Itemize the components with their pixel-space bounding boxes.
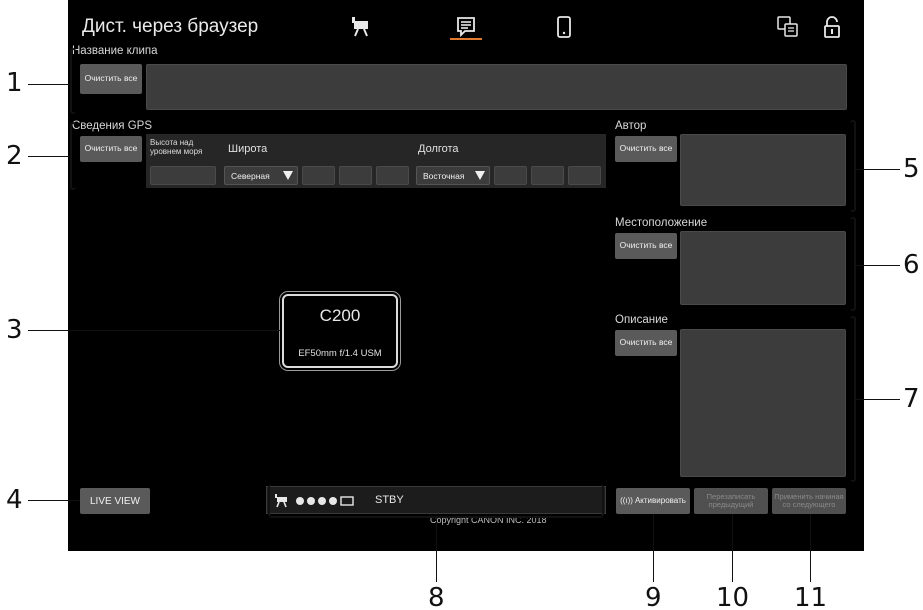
metadata-icon — [457, 17, 475, 38]
location-field[interactable] — [680, 231, 846, 305]
callout-4-line — [28, 500, 80, 501]
gps-clear-button[interactable]: Очистить все — [80, 136, 142, 162]
gps-label: Сведения GPS — [72, 120, 153, 132]
lock-icon — [824, 16, 840, 38]
camera-info-panel: C200 EF50mm f/1.4 USM — [282, 294, 398, 368]
altitude-label: Высота над уровнем моря — [150, 138, 203, 157]
callout-6-line — [854, 265, 900, 266]
metadata-tab[interactable] — [454, 14, 478, 40]
callout-8: 8 — [428, 583, 445, 610]
latitude-select-value: Северная — [231, 170, 270, 181]
activate-label: Активировать — [634, 495, 686, 505]
callout-3-line — [28, 330, 280, 331]
clip-name-label: Название клипа — [72, 45, 158, 57]
callout-10: 10 — [716, 583, 750, 610]
callout-5: 5 — [903, 154, 920, 184]
active-tab-indicator — [450, 38, 482, 40]
location-clear-button[interactable]: Очистить все — [615, 233, 677, 259]
chevron-down-icon — [475, 171, 485, 180]
latitude-min-field[interactable] — [339, 166, 372, 185]
altitude-field[interactable] — [150, 166, 216, 185]
callout-1-line — [28, 84, 70, 85]
gps-panel: Высота над уровнем моря Широта Северная … — [146, 134, 606, 188]
callout-6-bracket — [850, 217, 856, 311]
author-label: Автор — [615, 120, 647, 132]
callout-11: 11 — [794, 583, 828, 610]
callout-5-bracket — [850, 120, 856, 212]
description-label: Описание — [615, 314, 668, 326]
lock-button[interactable] — [820, 14, 844, 40]
apply-next-button[interactable]: Применить начиная со следующего — [772, 488, 846, 514]
latitude-sec-field[interactable] — [376, 166, 409, 185]
lens-name: EF50mm f/1.4 USM — [298, 348, 382, 359]
live-view-button[interactable]: LIVE VIEW — [80, 488, 150, 514]
camera-tab[interactable] — [351, 14, 375, 40]
callout-10-line — [732, 514, 733, 582]
clip-name-field[interactable] — [146, 64, 847, 110]
description-field[interactable] — [680, 329, 846, 477]
device-tab[interactable] — [552, 14, 576, 40]
author-clear-button[interactable]: Очистить все — [615, 136, 677, 162]
latitude-label: Широта — [228, 143, 268, 155]
remote-browser-screen: Дист. через браузер Название клипа Очист… — [68, 0, 864, 551]
callout-7-line — [854, 399, 900, 400]
callout-8-line — [436, 518, 437, 582]
callout-6: 6 — [903, 250, 920, 280]
overwrite-previous-button[interactable]: Перезаписать предыдущий — [694, 488, 768, 514]
callout-4: 4 — [6, 485, 23, 515]
clip-name-clear-button[interactable]: Очистить все — [80, 64, 142, 94]
wireless-icon: ((ı)) — [620, 495, 633, 505]
callout-2-bracket — [70, 122, 76, 190]
camera-icon — [352, 17, 368, 37]
chevron-down-icon — [283, 171, 293, 180]
longitude-sec-field[interactable] — [568, 166, 601, 185]
callout-3: 3 — [6, 315, 23, 345]
callout-11-line — [810, 514, 811, 582]
callout-5-line — [854, 169, 900, 170]
author-field[interactable] — [680, 134, 846, 206]
callout-2: 2 — [6, 141, 23, 171]
longitude-label: Долгота — [418, 143, 459, 155]
phone-icon — [557, 16, 571, 38]
callout-8-bracket — [268, 484, 604, 518]
latitude-deg-field[interactable] — [302, 166, 335, 185]
callout-9-line — [653, 514, 654, 582]
camera-model: C200 — [319, 306, 361, 325]
callout-9: 9 — [645, 583, 662, 610]
longitude-select-value: Восточная — [423, 170, 465, 181]
description-clear-button[interactable]: Очистить все — [615, 330, 677, 356]
latitude-select[interactable]: Северная — [224, 166, 298, 185]
location-label: Местоположение — [615, 217, 708, 229]
callout-7-bracket — [850, 316, 856, 482]
longitude-deg-field[interactable] — [494, 166, 527, 185]
callout-1: 1 — [6, 68, 23, 98]
longitude-min-field[interactable] — [531, 166, 564, 185]
language-button[interactable] — [776, 14, 800, 40]
callout-7: 7 — [903, 384, 920, 414]
longitude-select[interactable]: Восточная — [416, 166, 490, 185]
page-title: Дист. через браузер — [82, 16, 259, 37]
translate-icon — [777, 16, 798, 37]
callout-1-bracket — [70, 48, 76, 114]
callout-2-line — [28, 156, 70, 157]
activate-button[interactable]: ((ı)) Активировать — [616, 488, 690, 514]
